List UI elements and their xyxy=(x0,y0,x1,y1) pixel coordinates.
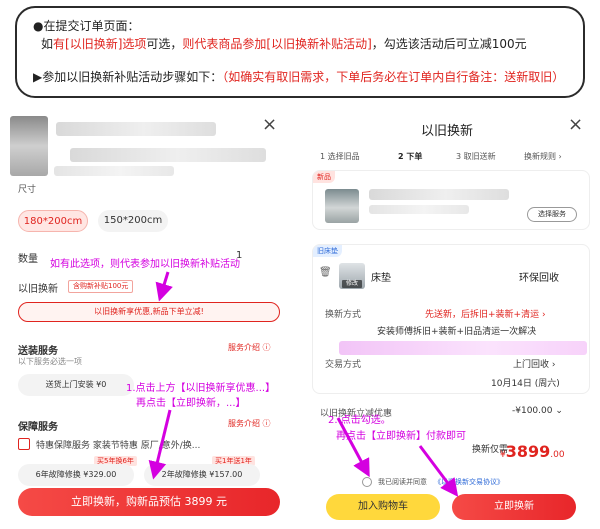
trade-label: 交易方式 xyxy=(325,360,362,370)
callout-line-3: ▶参加以旧换新补贴活动步骤如下：（如确实有取旧需求，下单后务必在订单内自行备注：… xyxy=(33,69,567,85)
close-icon[interactable]: × xyxy=(568,114,583,135)
close-icon[interactable]: × xyxy=(262,114,277,135)
tradein-discount-banner[interactable]: 以旧换新享优惠,新品下单立减! xyxy=(18,302,280,322)
annotation-note: 再点击【立即换新，...】 xyxy=(136,398,246,409)
tradein-now-button[interactable]: 立即换新 xyxy=(452,494,576,520)
trash-icon[interactable]: 🗑 xyxy=(319,267,332,278)
tradein-order-panel: 以旧换新 × 1 选择旧品 2 下单 3 取旧送新 换新规则 › 新品 选择服务… xyxy=(306,104,596,529)
tradein-rules-link[interactable]: 换新规则 › xyxy=(524,151,562,162)
size-label: 尺寸 xyxy=(18,185,37,195)
callout-text: ▶参加以旧换新补贴活动步骤如下： xyxy=(33,70,223,84)
product-spec-panel: × 尺寸 180*200cm 150*200cm 数量 1 以旧换新 含购新补贴… xyxy=(6,100,300,529)
old-tag: 旧床垫 xyxy=(313,245,342,257)
method-value[interactable]: 先送新，后拆旧+装新+清运 › xyxy=(425,307,546,320)
delivery-note: 以下服务必选一项 xyxy=(18,357,82,366)
panel-title: 以旧换新 xyxy=(421,124,474,139)
callout-line-2: 如有[以旧换新]选项可选，则代表商品参加[以旧换新补贴活动]，勾选该活动后可立减… xyxy=(33,36,567,52)
recycle-label: 环保回收 xyxy=(519,273,559,284)
price-decimal: .00 xyxy=(550,450,565,460)
agree-text: 我已阅读并同意 xyxy=(378,478,427,486)
add-to-cart-button[interactable]: 加入购物车 xyxy=(326,494,440,520)
new-tag: 新品 xyxy=(313,171,335,183)
callout-highlight: 有[以旧换新]选项 xyxy=(53,37,147,51)
blurred-price xyxy=(54,166,174,176)
warranty-option[interactable]: 6年故障修换 ¥329.00 xyxy=(18,464,134,486)
old-product-card: 旧床垫 🗑 修改 床垫 环保回收 换新方式 先送新，后拆旧+装新+清运 › 安装… xyxy=(312,244,590,394)
warranty-row[interactable]: 特惠保障服务 家装节特惠 原厂/意外/换... xyxy=(36,438,200,451)
step-pickup: 3 取旧送新 xyxy=(456,152,496,161)
blurred-subtitle xyxy=(70,148,266,162)
annotation-note: 1.点击上方【以旧换新享优惠...】 xyxy=(126,383,276,394)
choose-service-button[interactable]: 选择服务 xyxy=(527,207,577,222)
tradein-submit-button[interactable]: 立即换新，购新品预估 3899 元 xyxy=(18,488,280,516)
shield-icon xyxy=(18,438,30,450)
warranty-title: 保障服务 xyxy=(18,422,58,433)
instruction-callout: ●在提交订单页面： 如有[以旧换新]选项可选，则代表商品参加[以旧换新补贴活动]… xyxy=(15,6,585,98)
callout-text: ，勾选该活动后可立减100元 xyxy=(371,37,527,51)
delivery-option[interactable]: 送货上门安装 ¥0 xyxy=(18,374,134,396)
annotation-note: 如有此选项，则代表参加以旧换新补贴活动 xyxy=(50,259,240,270)
delivery-intro-link[interactable]: 服务介绍 ⓘ xyxy=(228,342,271,353)
blurred-text xyxy=(369,189,509,200)
agreement-link[interactable]: 《以旧换新交易协议》 xyxy=(434,477,504,487)
callout-text: 可选， xyxy=(146,37,183,51)
final-price: ¥3899.00 xyxy=(500,442,565,461)
annotation-note: 2. 点击勾选。 xyxy=(328,415,391,426)
callout-highlight: 则代表商品参加[以旧换新补贴活动] xyxy=(182,37,372,51)
blurred-text xyxy=(369,205,469,214)
blurred-address xyxy=(339,341,587,355)
discount-value[interactable]: -¥100.00 ⌄ xyxy=(512,406,563,416)
trade-value[interactable]: 上门回收 › xyxy=(513,357,555,370)
method-label: 换新方式 xyxy=(325,310,362,320)
method-description: 安装师傅拆旧+装新+旧品清运一次解决 xyxy=(377,327,537,337)
delivery-title: 送装服务 xyxy=(18,346,58,357)
callout-highlight: （如确实有取旧需求，下单后务必在订单内自行备注：送新取旧） xyxy=(222,70,565,84)
product-thumbnail xyxy=(10,116,48,176)
subsidy-badge: 含购新补贴100元 xyxy=(68,280,134,293)
tradein-label: 以旧换新 xyxy=(18,284,58,295)
blurred-title xyxy=(56,122,216,136)
screenshot-root: ●在提交订单页面： 如有[以旧换新]选项可选，则代表商品参加[以旧换新补贴活动]… xyxy=(0,0,600,529)
quantity-label: 数量 xyxy=(18,254,38,265)
new-product-card: 新品 选择服务 xyxy=(312,170,590,230)
trade-date[interactable]: 10月14日 (周六) xyxy=(491,376,560,389)
price-value: 3899 xyxy=(505,442,551,461)
callout-line-1: ●在提交订单页面： xyxy=(33,19,140,33)
callout-text: 如 xyxy=(41,37,54,51)
new-product-thumbnail xyxy=(325,189,359,223)
annotation-note: 再点击【立即换新】付款即可 xyxy=(336,431,466,442)
step-select-old: 1 选择旧品 xyxy=(320,152,360,161)
warranty-option[interactable]: 2年故障修换 ¥157.00 xyxy=(144,464,260,486)
step-place-order: 2 下单 xyxy=(398,152,423,161)
edit-thumb-label[interactable]: 修改 xyxy=(342,280,362,288)
agree-checkbox[interactable] xyxy=(362,477,372,487)
old-item-name: 床垫 xyxy=(371,273,391,284)
warranty-intro-link[interactable]: 服务介绍 ⓘ xyxy=(228,418,271,429)
size-option-selected[interactable]: 180*200cm xyxy=(18,210,88,232)
size-option[interactable]: 150*200cm xyxy=(98,210,168,232)
